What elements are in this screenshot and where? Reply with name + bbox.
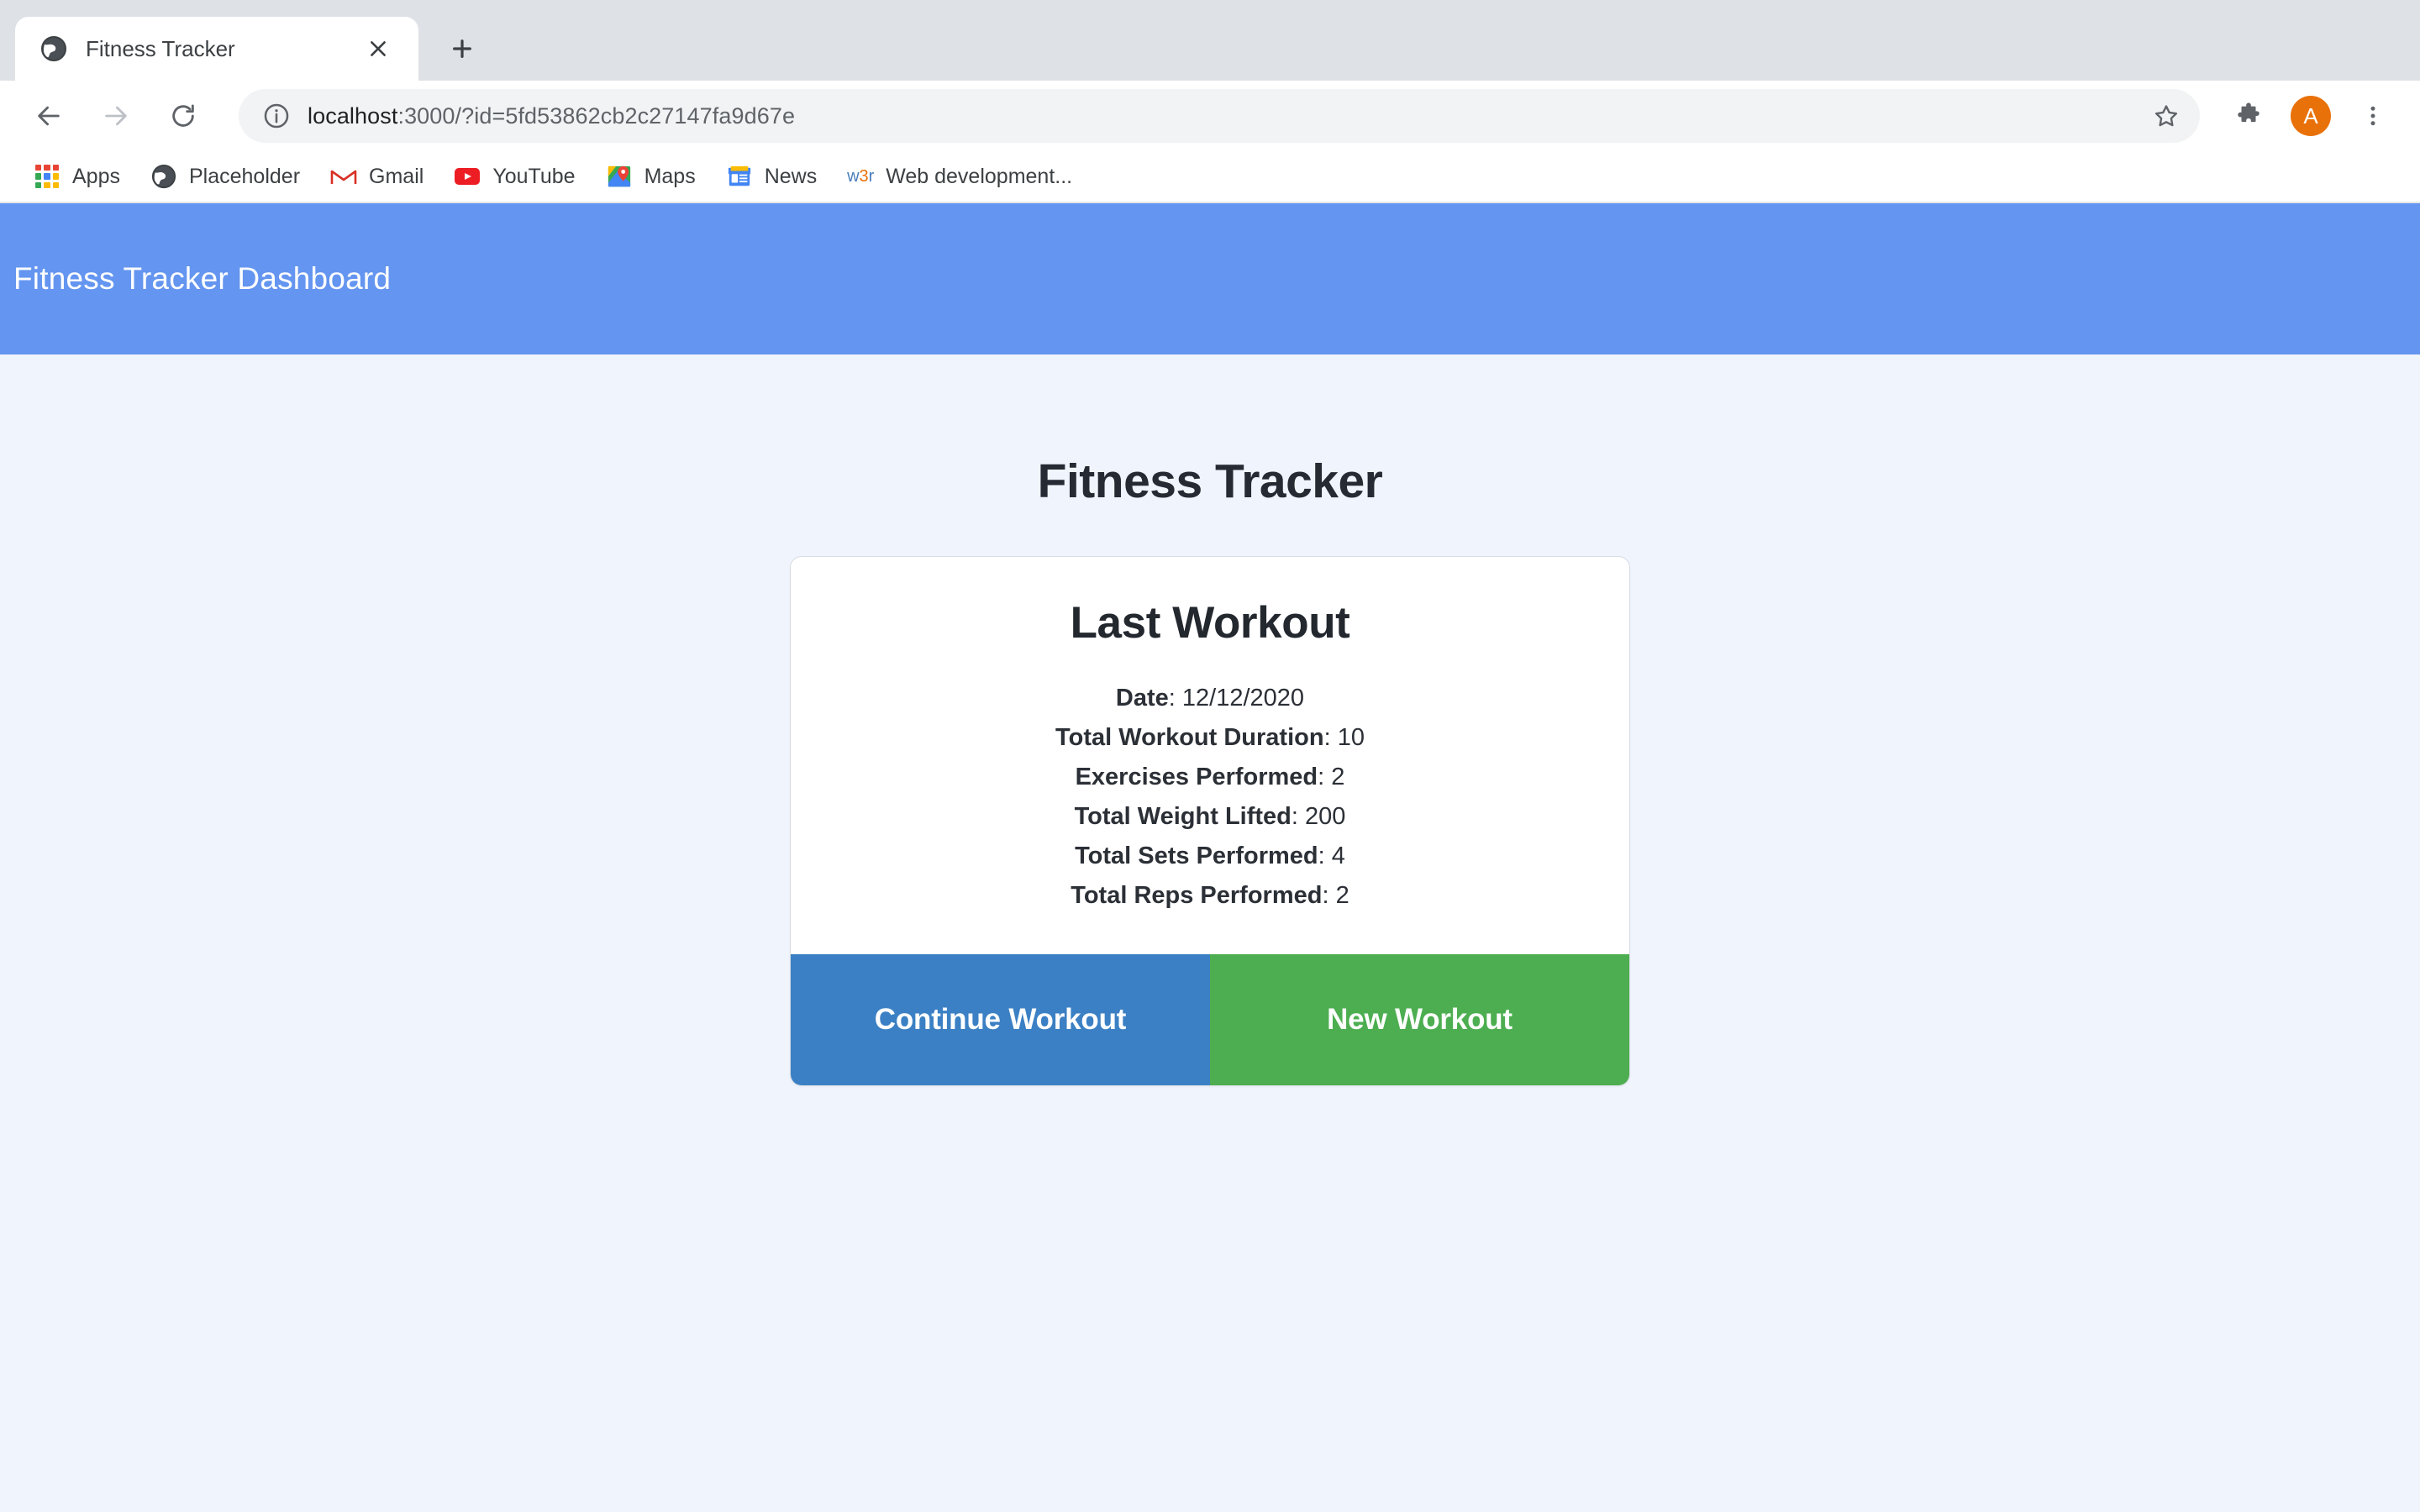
stat-separator: :: [1323, 723, 1338, 751]
stat-label: Exercises Performed: [1075, 763, 1318, 790]
stat-row-total-weight-lifted: Total Weight Lifted: 200: [824, 797, 1596, 837]
news-icon: [726, 163, 753, 190]
app-header-bar: Fitness Tracker Dashboard: [0, 203, 2420, 354]
bookmark-label: Web development...: [886, 164, 1073, 188]
tab-title: Fitness Tracker: [86, 35, 235, 61]
profile-button[interactable]: A: [2286, 91, 2336, 141]
avatar: A: [2291, 96, 2331, 136]
new-workout-button[interactable]: New Workout: [1210, 953, 1629, 1085]
bookmarks-bar: Apps Placeholder Gmail YouTube Maps News…: [0, 151, 2420, 203]
browser-window: Fitness Tracker localhost:3000/?id=5fd53…: [0, 0, 2420, 1512]
stat-label: Total Sets Performed: [1075, 842, 1318, 869]
last-workout-card: Last Workout Date: 12/12/2020 Total Work…: [790, 556, 1630, 1086]
stat-label: Total Reps Performed: [1071, 881, 1323, 909]
stat-row-total-sets-performed: Total Sets Performed: 4: [824, 837, 1596, 876]
page-title: Fitness Tracker: [1037, 454, 1383, 508]
bookmark-placeholder[interactable]: Placeholder: [139, 155, 312, 197]
bookmark-label: YouTube: [492, 164, 576, 188]
globe-icon: [40, 35, 67, 62]
bookmark-maps[interactable]: Maps: [594, 155, 708, 197]
bookmark-label: Placeholder: [188, 164, 301, 188]
stat-value: 12/12/2020: [1181, 685, 1305, 711]
url-path: :3000/?id=5fd53862cb2c27147fa9d67e: [397, 102, 796, 129]
bookmark-apps[interactable]: Apps: [22, 155, 132, 197]
browser-menu-button[interactable]: [2348, 91, 2398, 141]
bookmark-news[interactable]: News: [714, 155, 829, 197]
bookmark-gmail[interactable]: Gmail: [318, 155, 435, 197]
browser-tab[interactable]: Fitness Tracker: [15, 17, 418, 81]
forward-button[interactable]: [89, 89, 143, 143]
gmail-icon: [330, 163, 357, 190]
url-text: localhost:3000/?id=5fd53862cb2c27147fa9d…: [308, 103, 2143, 129]
stat-separator: :: [1168, 685, 1182, 711]
stat-value: 2: [1331, 763, 1345, 790]
stat-label: Total Weight Lifted: [1074, 802, 1292, 830]
maps-icon: [606, 163, 633, 190]
tab-strip: Fitness Tracker: [0, 0, 2420, 81]
extensions-button[interactable]: [2223, 91, 2274, 141]
page-viewport: Fitness Tracker Dashboard Fitness Tracke…: [0, 203, 2420, 1512]
apps-grid-icon: [34, 163, 60, 190]
card-body: Last Workout Date: 12/12/2020 Total Work…: [791, 557, 1629, 954]
stat-value: 2: [1335, 881, 1349, 909]
stat-label: Total Workout Duration: [1055, 723, 1324, 751]
card-actions: Continue Workout New Workout: [791, 953, 1629, 1085]
bookmark-youtube[interactable]: YouTube: [442, 155, 587, 197]
stat-separator: :: [1322, 881, 1336, 909]
card-title: Last Workout: [1070, 598, 1350, 648]
stat-row-total-workout-duration: Total Workout Duration: 10: [824, 718, 1596, 758]
bookmark-label: News: [764, 164, 818, 188]
globe-icon: [150, 163, 177, 190]
stat-value: 10: [1337, 723, 1365, 751]
close-icon[interactable]: [360, 30, 397, 67]
url-host: localhost: [308, 102, 398, 129]
stat-row-total-reps-performed: Total Reps Performed: 2: [824, 876, 1596, 916]
new-tab-button[interactable]: [435, 22, 489, 76]
stat-label: Date: [1115, 685, 1169, 711]
stat-separator: :: [1291, 802, 1305, 830]
stat-value: 4: [1331, 842, 1345, 869]
stat-separator: :: [1318, 763, 1332, 790]
back-button[interactable]: [22, 89, 76, 143]
bookmark-label: Apps: [72, 164, 120, 188]
youtube-icon: [454, 163, 481, 190]
stat-row-date: Date: 12/12/2020: [824, 679, 1596, 718]
bookmark-label: Maps: [644, 164, 696, 188]
reload-button[interactable]: [156, 89, 210, 143]
app-header-title: Fitness Tracker Dashboard: [13, 261, 392, 296]
bookmark-web-development[interactable]: w3r Web development...: [835, 155, 1084, 197]
stat-separator: :: [1318, 842, 1332, 869]
w3r-icon: w3r: [847, 166, 875, 186]
stat-row-exercises-performed: Exercises Performed: 2: [824, 758, 1596, 797]
site-info-icon[interactable]: [262, 102, 291, 130]
page-content: Fitness Tracker Last Workout Date: 12/12…: [0, 354, 2420, 1086]
continue-workout-button[interactable]: Continue Workout: [791, 953, 1210, 1085]
stat-value: 200: [1305, 802, 1346, 830]
bookmark-label: Gmail: [369, 164, 424, 188]
browser-toolbar: localhost:3000/?id=5fd53862cb2c27147fa9d…: [0, 81, 2420, 151]
bookmark-star-icon[interactable]: [2143, 92, 2190, 139]
address-bar[interactable]: localhost:3000/?id=5fd53862cb2c27147fa9d…: [239, 89, 2200, 143]
